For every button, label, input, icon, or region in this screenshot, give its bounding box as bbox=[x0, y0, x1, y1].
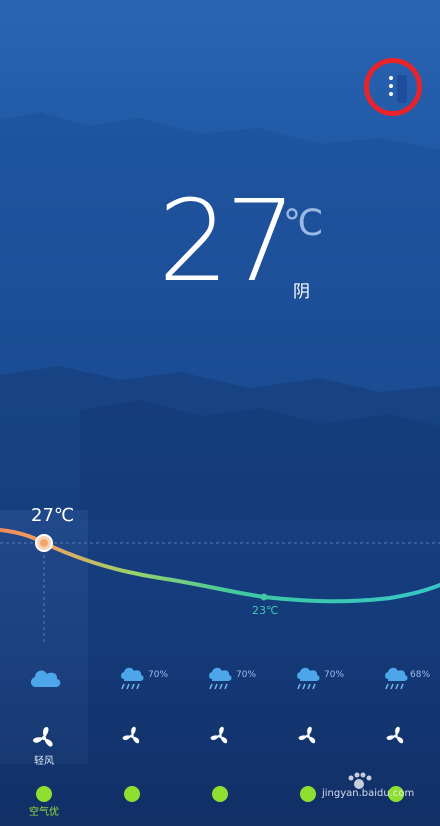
air-quality-dot bbox=[212, 786, 228, 802]
cloudy-icon bbox=[30, 670, 61, 687]
menu-backdrop bbox=[397, 75, 407, 103]
baidu-watermark: jingyan.baidu.com bbox=[322, 772, 432, 812]
rain-icon bbox=[209, 667, 232, 690]
min-point bbox=[260, 593, 268, 601]
rain-icon bbox=[385, 667, 408, 690]
air-quality-dot bbox=[36, 786, 52, 802]
wind-level-label: 轻风 bbox=[34, 756, 54, 767]
wind-fan-icon bbox=[210, 726, 228, 744]
precip-chance: 70% bbox=[236, 670, 257, 680]
wind-fan-icon bbox=[298, 726, 316, 744]
precip-chance: 68% bbox=[410, 670, 431, 680]
more-vertical-icon bbox=[389, 84, 393, 88]
current-temperature: 27 bbox=[158, 177, 297, 307]
air-quality-dot bbox=[124, 786, 140, 802]
watermark-site: jingyan.baidu.com bbox=[322, 788, 415, 799]
curve-line bbox=[0, 528, 440, 604]
more-vertical-icon bbox=[389, 92, 393, 96]
air-quality-dot bbox=[300, 786, 316, 802]
rain-icon bbox=[297, 667, 320, 690]
air-quality-label: 空气优 bbox=[29, 807, 59, 818]
more-vertical-icon bbox=[389, 76, 393, 80]
more-menu-button[interactable] bbox=[364, 58, 422, 116]
temperature-unit: ℃ bbox=[283, 203, 324, 244]
precip-chance: 70% bbox=[148, 670, 169, 680]
temperature-curve bbox=[0, 528, 440, 645]
wind-fan-icon bbox=[386, 726, 404, 744]
wind-fan-icon bbox=[32, 727, 53, 747]
precip-chance: 70% bbox=[324, 670, 345, 680]
selected-point bbox=[40, 539, 48, 547]
rain-icon bbox=[121, 667, 144, 690]
wind-fan-icon bbox=[122, 726, 140, 744]
weather-condition: 阴 bbox=[293, 282, 310, 302]
